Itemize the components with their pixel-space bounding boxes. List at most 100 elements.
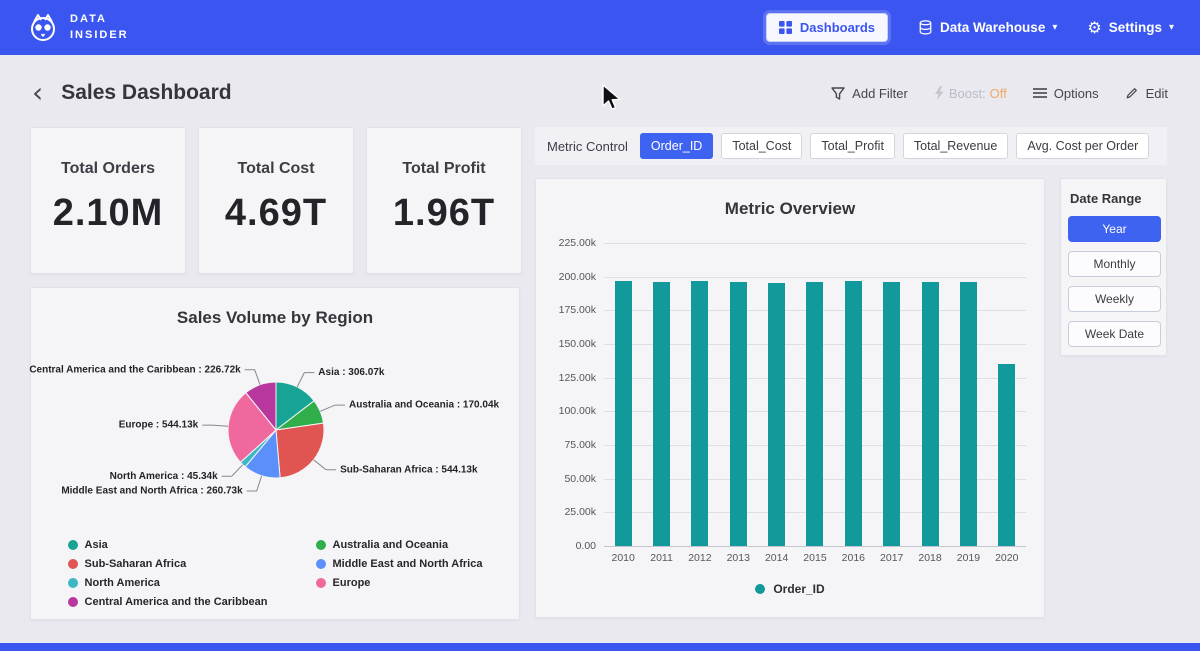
kpi-label: Total Orders (31, 160, 185, 178)
brand-text: DATA INSIDER (70, 12, 129, 44)
page-title: Sales Dashboard (61, 81, 231, 105)
pie-label-line (222, 465, 243, 477)
add-filter-button[interactable]: Add Filter (831, 86, 908, 101)
pie-legend-item[interactable]: Asia (68, 539, 268, 551)
date-range-button[interactable]: Week Date (1068, 321, 1161, 347)
data-warehouse-menu[interactable]: Data Warehouse ▾ (918, 20, 1057, 35)
bar[interactable] (730, 282, 747, 546)
x-axis-label: 2011 (642, 552, 680, 564)
bar-legend-dot (755, 584, 765, 594)
x-axis-label: 2015 (796, 552, 834, 564)
metric-button[interactable]: Avg. Cost per Order (1016, 133, 1149, 159)
bar[interactable] (806, 282, 823, 546)
y-axis-tick: 125.00k (559, 372, 596, 384)
date-range-button[interactable]: Year (1068, 216, 1161, 242)
pie-legend-item[interactable]: Sub-Saharan Africa (68, 558, 268, 570)
database-icon (918, 20, 933, 35)
pie-slice-label: Central America and the Caribbean : 226.… (29, 364, 241, 375)
bar-column (719, 243, 757, 546)
date-range-buttons: Year Monthly Weekly Week Date (1068, 216, 1159, 347)
app-root: DATA INSIDER Dashboards D (0, 0, 1200, 651)
pie-label-line (202, 425, 228, 426)
pie-legend-item[interactable]: Middle East and North Africa (316, 558, 483, 570)
pie-slice-label: Australia and Oceania : 170.04k (349, 400, 500, 411)
x-axis-label: 2019 (949, 552, 987, 564)
bar-chart-title: Metric Overview (536, 199, 1044, 219)
metric-overview-card: Metric Overview 225.00k200.00k175.00k150… (535, 178, 1045, 618)
legend-dot (316, 540, 326, 550)
metric-button[interactable]: Total_Revenue (903, 133, 1008, 159)
kpi-value: 4.69T (199, 192, 353, 235)
legend-dot (68, 540, 78, 550)
pie-slice-label: North America : 45.34k (110, 471, 218, 482)
date-range-label: Date Range (1070, 191, 1159, 206)
bar[interactable] (845, 281, 862, 546)
kpi-value: 2.10M (31, 192, 185, 235)
pie-label-line (247, 476, 262, 491)
y-axis-tick: 175.00k (559, 304, 596, 316)
pie-legend-item[interactable]: Australia and Oceania (316, 539, 483, 551)
bar[interactable] (768, 283, 785, 546)
bar[interactable] (691, 281, 708, 546)
chevron-down-icon: ▾ (1052, 22, 1057, 33)
y-axis-tick: 25.00k (564, 506, 596, 518)
chevron-down-icon: ▾ (1169, 22, 1174, 33)
grid-icon (779, 21, 792, 34)
date-range-button[interactable]: Weekly (1068, 286, 1161, 312)
list-icon (1033, 87, 1047, 99)
legend-dot (316, 559, 326, 569)
bar-legend-label: Order_ID (773, 582, 824, 596)
pie-label-line (314, 460, 337, 470)
gridline (604, 546, 1026, 547)
boost-toggle[interactable]: Boost: Off (934, 86, 1007, 101)
pie-chart-title: Sales Volume by Region (31, 308, 519, 328)
sales-volume-card: Sales Volume by Region Asia : 306.07kAus… (30, 287, 520, 620)
owl-logo-icon (26, 11, 60, 45)
dashboards-button[interactable]: Dashboards (766, 13, 888, 42)
bar[interactable] (653, 282, 670, 546)
metric-button[interactable]: Total_Profit (810, 133, 895, 159)
pie-slice[interactable] (276, 423, 324, 478)
pie-chart: Asia : 306.07kAustralia and Oceania : 17… (31, 330, 521, 535)
pie-label-line (245, 370, 260, 385)
pie-legend-item[interactable]: North America (68, 577, 268, 589)
dashboards-label: Dashboards (800, 20, 875, 35)
bar-column (834, 243, 872, 546)
edit-button[interactable]: Edit (1125, 86, 1168, 101)
lightning-icon (934, 86, 945, 100)
settings-menu[interactable]: ⚙ Settings ▾ (1087, 20, 1174, 36)
bar[interactable] (883, 282, 900, 546)
date-range-button[interactable]: Monthly (1068, 251, 1161, 277)
add-filter-label: Add Filter (852, 86, 908, 101)
bars-row (604, 243, 1026, 546)
top-navbar: DATA INSIDER Dashboards D (0, 0, 1200, 55)
legend-label: North America (85, 577, 160, 589)
bar[interactable] (998, 364, 1015, 546)
pie-legend-item[interactable]: Central America and the Caribbean (68, 596, 268, 608)
bar-column (604, 243, 642, 546)
navbar-menu: Dashboards Data Warehouse ▾ ⚙ Settings ▾ (766, 13, 1174, 42)
legend-dot (68, 597, 78, 607)
bar-legend[interactable]: Order_ID (536, 582, 1044, 596)
legend-label: Europe (333, 577, 371, 589)
boost-label: Boost: (949, 86, 986, 101)
y-axis-tick: 100.00k (559, 405, 596, 417)
bar[interactable] (615, 281, 632, 546)
options-button[interactable]: Options (1033, 86, 1099, 101)
metric-button[interactable]: Total_Cost (721, 133, 802, 159)
metric-button[interactable]: Order_ID (640, 133, 713, 159)
filter-funnel-icon (831, 87, 845, 100)
bar-chart: 225.00k200.00k175.00k150.00k125.00k100.0… (604, 243, 1026, 546)
bar-x-labels: 2010201120122013201420152016201720182019… (604, 552, 1026, 564)
y-axis-tick: 50.00k (564, 473, 596, 485)
bar[interactable] (922, 282, 939, 546)
pie-legend-item[interactable]: Europe (316, 577, 483, 589)
brand[interactable]: DATA INSIDER (26, 11, 129, 45)
y-axis-tick: 150.00k (559, 338, 596, 350)
kpi-card: Total Cost4.69T (198, 127, 354, 274)
x-axis-label: 2010 (604, 552, 642, 564)
x-axis-label: 2012 (681, 552, 719, 564)
pencil-icon (1125, 86, 1139, 100)
bar[interactable] (960, 282, 977, 546)
back-button[interactable]: ‹ (32, 80, 43, 105)
